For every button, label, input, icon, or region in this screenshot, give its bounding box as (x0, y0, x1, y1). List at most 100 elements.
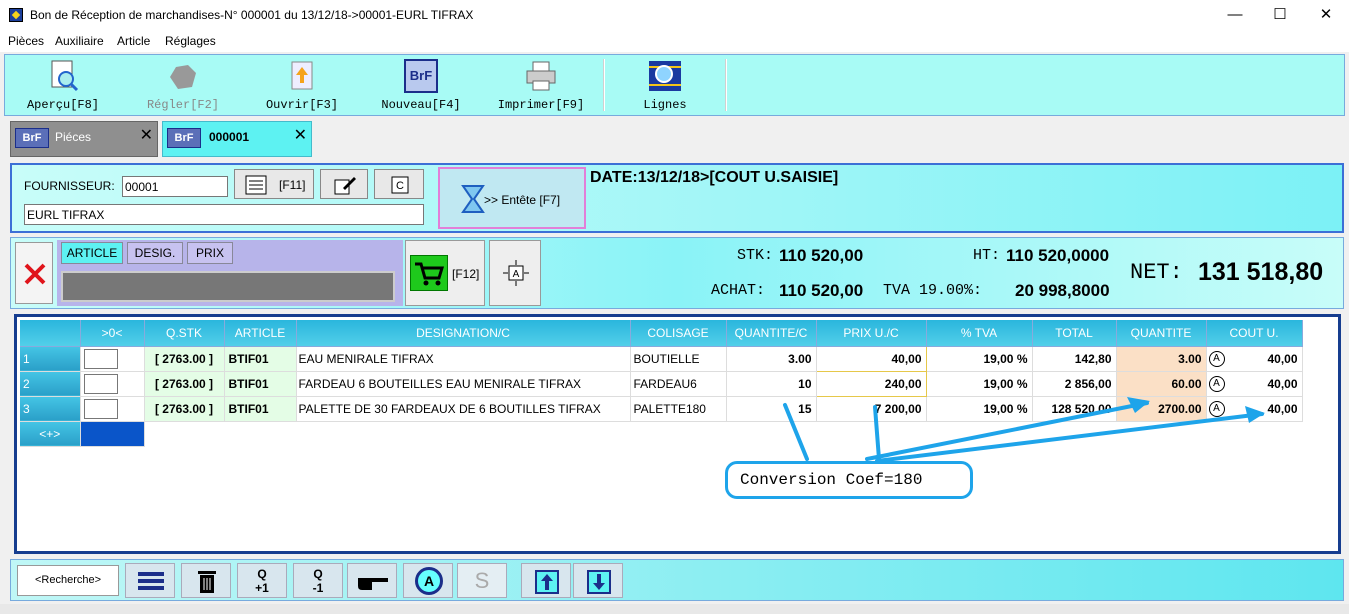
lines-grid: >0< Q.STK ARTICLE DESIGNATION/C COLISAGE… (14, 314, 1341, 554)
stk-value: 110 520,00 (779, 246, 864, 265)
stk-label: STK: (737, 247, 774, 264)
ht-label: HT: (973, 247, 1001, 264)
list-icon (245, 175, 267, 195)
printer-icon (526, 61, 556, 91)
tab-pieces[interactable]: BrF Piéces ✕ (10, 121, 158, 157)
tva-label: TVA 19.00%: (883, 282, 983, 299)
gear-c-icon: C (391, 176, 409, 194)
fournisseur-code-input[interactable] (122, 176, 228, 197)
arrow-down-icon (587, 570, 611, 594)
annotation-arrows (783, 397, 1265, 463)
ouvrir-button[interactable]: Ouvrir[F3] (255, 55, 349, 115)
s-button[interactable]: S (457, 563, 507, 598)
entete-label: >> Entête [F7] (484, 193, 561, 207)
trash-icon (198, 571, 216, 593)
clear-button[interactable] (15, 242, 53, 304)
imprimer-label: Imprimer[F9] (497, 98, 585, 112)
status-bar (0, 604, 1349, 614)
bottom-toolbar: <Recherche> Q +1 Q -1 A S (10, 559, 1344, 601)
preview-icon (51, 60, 79, 92)
close-button[interactable]: ✕ (1306, 4, 1346, 26)
close-icon[interactable]: ✕ (294, 125, 307, 145)
close-icon[interactable]: ✕ (140, 125, 153, 145)
svg-text:C: C (396, 180, 404, 192)
achat-value: 110 520,00 (779, 281, 864, 300)
net-value: 131 518,80 (1198, 258, 1324, 286)
gear-a-icon: A (503, 260, 529, 286)
date-info: DATE:13/12/18>[COUT U.SAISIE] (590, 169, 839, 186)
apercu-label: Aperçu[F8] (26, 98, 99, 112)
imprimer-button[interactable]: Imprimer[F9] (489, 55, 593, 115)
f11-label: [F11] (279, 178, 306, 192)
menu-article[interactable]: Article (117, 34, 150, 48)
maximize-button[interactable]: ☐ (1260, 4, 1300, 26)
hourglass-icon (461, 185, 485, 213)
entete-button[interactable]: >> Entête [F7] (438, 167, 586, 229)
regler-label: Régler[F2] (146, 98, 219, 112)
menu-pieces[interactable]: Pièces (8, 34, 44, 48)
tab-brf-icon: BrF (167, 128, 201, 148)
ouvrir-label: Ouvrir[F3] (265, 98, 338, 112)
app-icon (9, 8, 23, 22)
arrow-up-icon (535, 570, 559, 594)
toolbar-separator (603, 59, 605, 111)
lignes-button[interactable]: Lignes (615, 55, 715, 115)
apercu-button[interactable]: Aperçu[F8] (15, 55, 111, 115)
search-a-button[interactable]: A (403, 563, 453, 598)
filter-prix-button[interactable]: PRIX (187, 242, 233, 264)
search-lines-icon (649, 61, 681, 91)
menu-auxiliaire[interactable]: Auxiliaire (55, 34, 104, 48)
move-up-button[interactable] (521, 563, 571, 598)
net-label: NET: (1130, 260, 1183, 285)
svg-text:A: A (513, 269, 520, 280)
ht-value: 110 520,0000 (1006, 246, 1110, 265)
conversion-note: Conversion Coef=180 (725, 461, 973, 499)
edit-icon (334, 177, 356, 195)
filter-panel: ARTICLE DESIG. PRIX (57, 240, 403, 306)
filter-desig-button[interactable]: DESIG. (127, 242, 183, 264)
qty-plus-q: Q (257, 567, 267, 581)
regler-icon (170, 65, 196, 89)
hamburger-icon (138, 572, 164, 590)
cart-f12-button[interactable]: [F12] (405, 240, 485, 306)
nouveau-button[interactable]: BrF Nouveau[F4] (371, 55, 471, 115)
cart-icon (410, 255, 448, 291)
cart-glyph-icon (415, 262, 445, 286)
tab-pieces-label: Piéces (55, 130, 92, 144)
toolbar-separator (725, 59, 727, 111)
lignes-label: Lignes (643, 98, 687, 112)
edit-button[interactable] (320, 169, 368, 199)
qty-plus-button[interactable]: Q +1 (237, 563, 287, 598)
qty-minus-value: -1 (312, 581, 324, 595)
search-totals-bar: ARTICLE DESIG. PRIX [F12] A STK: 110 520… (10, 237, 1344, 309)
move-down-button[interactable] (573, 563, 623, 598)
window-title: Bon de Réception de marchandises-N° 0000… (30, 8, 474, 22)
menu-reglages[interactable]: Réglages (165, 34, 216, 48)
recherche-button[interactable]: <Recherche> (17, 565, 119, 596)
new-document-icon: BrF (404, 59, 438, 93)
qty-minus-button[interactable]: Q -1 (293, 563, 343, 598)
tab-000001[interactable]: BrF 000001 ✕ (162, 121, 312, 157)
fournisseur-name-input[interactable] (24, 204, 424, 225)
toolbar: Aperçu[F8] Régler[F2] Ouvrir[F3] BrF Nou… (4, 54, 1345, 116)
fournisseur-label: FOURNISSEUR: (24, 179, 115, 193)
open-icon (291, 61, 313, 90)
filter-article-button[interactable]: ARTICLE (61, 242, 123, 264)
delete-button[interactable] (181, 563, 231, 598)
pointing-hand-icon (358, 578, 388, 590)
qty-plus-value: +1 (255, 581, 269, 595)
f12-label: [F12] (452, 267, 480, 281)
article-a-button[interactable]: A (489, 240, 541, 306)
calc-button[interactable]: C (374, 169, 424, 199)
delete-x-icon (24, 263, 46, 285)
article-search-input[interactable] (61, 271, 395, 302)
search-a-icon: A (415, 567, 443, 595)
menu-lines-button[interactable] (125, 563, 175, 598)
regler-button[interactable]: Régler[F2] (133, 55, 233, 115)
point-button[interactable] (347, 563, 397, 598)
qty-minus-q: Q (313, 567, 323, 581)
header-panel: FOURNISSEUR: [F11] C >> Entête [F7] DATE… (10, 163, 1344, 233)
tab-brf-icon: BrF (15, 128, 49, 148)
f11-button[interactable]: [F11] (234, 169, 314, 199)
minimize-button[interactable]: — (1215, 4, 1255, 26)
